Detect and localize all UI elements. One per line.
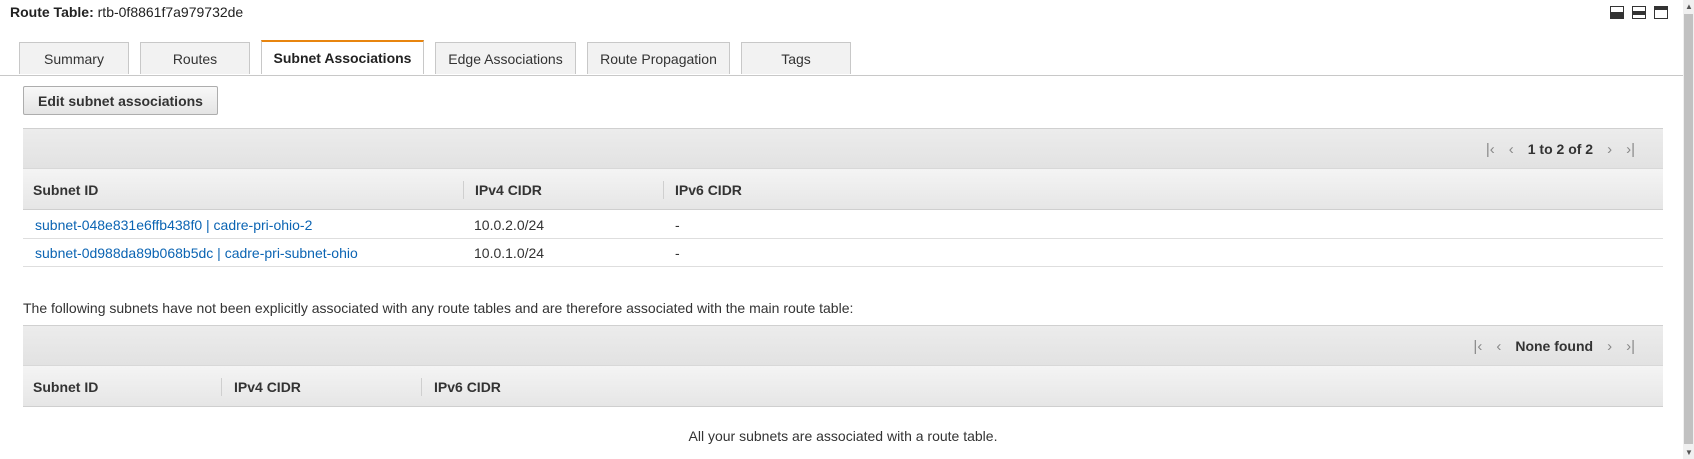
unassociated-table-header: Subnet ID IPv4 CIDR IPv6 CIDR — [23, 365, 1663, 407]
subnet-link[interactable]: subnet-048e831e6ffb438f0 | cadre-pri-ohi… — [35, 211, 312, 239]
panel-split-icon[interactable] — [1632, 6, 1646, 19]
first-page-icon[interactable]: |‹ — [1486, 141, 1495, 158]
associated-pager: |‹ ‹ 1 to 2 of 2 › ›| — [1486, 129, 1635, 169]
column-subnet-id[interactable]: Subnet ID — [33, 169, 98, 210]
column-subnet-id[interactable]: Subnet ID — [33, 366, 98, 407]
column-divider[interactable] — [463, 181, 464, 199]
empty-message: All your subnets are associated with a r… — [688, 428, 998, 444]
tab-route-propagation[interactable]: Route Propagation — [587, 42, 730, 74]
column-ipv6-cidr[interactable]: IPv6 CIDR — [675, 169, 742, 210]
column-ipv6-cidr[interactable]: IPv6 CIDR — [434, 366, 501, 407]
next-page-icon[interactable]: › — [1607, 141, 1612, 158]
associated-table-header: Subnet ID IPv4 CIDR IPv6 CIDR — [23, 168, 1663, 210]
route-table-id: rtb-0f8861f7a979732de — [97, 4, 244, 20]
next-page-icon[interactable]: › — [1607, 338, 1612, 355]
page-title: Route Table: rtb-0f8861f7a979732de — [10, 4, 243, 20]
last-page-icon[interactable]: ›| — [1626, 338, 1635, 355]
associated-pager-bar: |‹ ‹ 1 to 2 of 2 › ›| — [23, 128, 1663, 168]
previous-page-icon[interactable]: ‹ — [1496, 338, 1501, 355]
unassociated-pager-bar: |‹ ‹ None found › ›| — [23, 325, 1663, 365]
scroll-down-icon[interactable]: ▼ — [1685, 448, 1693, 457]
last-page-icon[interactable]: ›| — [1626, 141, 1635, 158]
ipv6-cidr-value: - — [675, 245, 680, 261]
tab-bar: Summary Routes Subnet Associations Edge … — [0, 40, 1683, 76]
column-divider[interactable] — [663, 181, 664, 199]
pager-text: 1 to 2 of 2 — [1527, 141, 1594, 157]
ipv4-cidr-value: 10.0.2.0/24 — [474, 217, 545, 233]
layout-toggle-group — [1610, 6, 1668, 19]
main-route-table-note: The following subnets have not been expl… — [23, 300, 854, 316]
unassociated-pager: |‹ ‹ None found › ›| — [1473, 326, 1635, 366]
table-row: subnet-0d988da89b068b5dc | cadre-pri-sub… — [23, 239, 1663, 267]
tab-tags[interactable]: Tags — [741, 42, 851, 74]
column-divider[interactable] — [421, 378, 422, 396]
tab-edge-associations[interactable]: Edge Associations — [435, 42, 576, 74]
column-ipv4-cidr[interactable]: IPv4 CIDR — [475, 169, 542, 210]
tab-routes[interactable]: Routes — [140, 42, 250, 74]
column-divider[interactable] — [221, 378, 222, 396]
previous-page-icon[interactable]: ‹ — [1509, 141, 1514, 158]
subnet-link[interactable]: subnet-0d988da89b068b5dc | cadre-pri-sub… — [35, 239, 358, 267]
ipv4-cidr-value: 10.0.1.0/24 — [474, 245, 545, 261]
table-row: subnet-048e831e6ffb438f0 | cadre-pri-ohi… — [23, 211, 1663, 239]
column-ipv4-cidr[interactable]: IPv4 CIDR — [234, 366, 301, 407]
pager-text: None found — [1515, 338, 1594, 354]
first-page-icon[interactable]: |‹ — [1473, 338, 1482, 355]
tab-summary[interactable]: Summary — [19, 42, 129, 74]
scroll-up-icon[interactable]: ▲ — [1685, 2, 1693, 11]
route-table-label: Route Table: — [10, 4, 94, 20]
ipv6-cidr-value: - — [675, 217, 680, 233]
tab-subnet-associations[interactable]: Subnet Associations — [261, 40, 424, 74]
edit-subnet-associations-button[interactable]: Edit subnet associations — [23, 86, 218, 115]
scroll-thumb[interactable] — [1684, 14, 1693, 444]
panel-bottom-icon[interactable] — [1610, 6, 1624, 19]
vertical-scrollbar[interactable]: ▲ ▼ — [1683, 0, 1694, 459]
panel-top-icon[interactable] — [1654, 6, 1668, 19]
